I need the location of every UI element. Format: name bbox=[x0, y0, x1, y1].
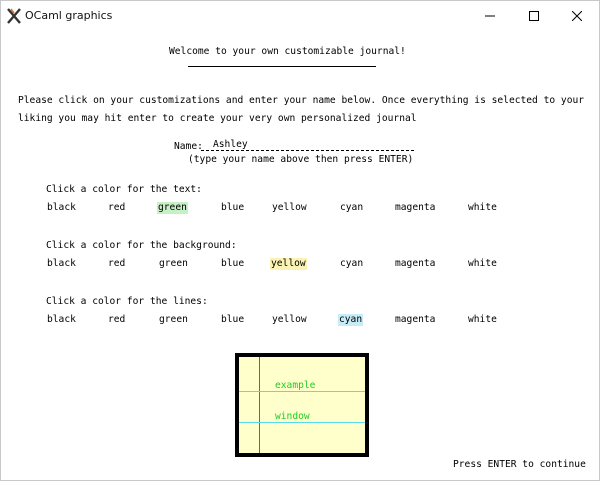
ocaml-x-icon bbox=[7, 8, 21, 24]
line-color-white[interactable]: white bbox=[467, 314, 498, 326]
name-label: Name: bbox=[174, 141, 203, 152]
text-color-magenta[interactable]: magenta bbox=[394, 202, 436, 214]
name-hint: (type your name above then press ENTER) bbox=[188, 154, 414, 165]
intro-line-1: Please click on your customizations and … bbox=[18, 95, 585, 106]
name-input[interactable]: Ashley bbox=[213, 139, 248, 151]
line-color-blue[interactable]: blue bbox=[220, 314, 245, 326]
preview-text-window: window bbox=[275, 411, 310, 422]
intro-line-2: liking you may hit enter to create your … bbox=[18, 113, 417, 124]
line-color-red[interactable]: red bbox=[107, 314, 126, 326]
text-color-black[interactable]: black bbox=[46, 202, 77, 214]
app-window: OCaml graphics Welcome to your own custo… bbox=[0, 0, 600, 481]
preview-text-example: example bbox=[275, 380, 316, 391]
welcome-heading: Welcome to your own customizable journal… bbox=[169, 46, 406, 57]
title-bar[interactable]: OCaml graphics bbox=[1, 1, 599, 31]
continue-hint: Press ENTER to continue bbox=[453, 459, 586, 470]
line-color-green[interactable]: green bbox=[158, 314, 189, 326]
background-color-label: Click a color for the background: bbox=[46, 240, 237, 251]
text-color-green-selected[interactable]: green bbox=[157, 202, 188, 214]
background-color-blue[interactable]: blue bbox=[220, 258, 245, 270]
text-color-blue[interactable]: blue bbox=[220, 202, 245, 214]
minimize-icon bbox=[485, 15, 495, 17]
line-color-label: Click a color for the lines: bbox=[46, 296, 208, 307]
background-color-cyan[interactable]: cyan bbox=[339, 258, 364, 270]
line-color-cyan-selected[interactable]: cyan bbox=[338, 314, 364, 326]
line-color-magenta[interactable]: magenta bbox=[394, 314, 436, 326]
text-color-yellow[interactable]: yellow bbox=[271, 202, 308, 214]
close-icon bbox=[572, 11, 582, 21]
minimize-button[interactable] bbox=[467, 1, 513, 31]
maximize-icon bbox=[529, 11, 539, 21]
text-color-white[interactable]: white bbox=[467, 202, 498, 214]
close-button[interactable] bbox=[554, 1, 600, 31]
background-color-magenta[interactable]: magenta bbox=[394, 258, 436, 270]
text-color-label: Click a color for the text: bbox=[46, 184, 202, 195]
window-title: OCaml graphics bbox=[25, 9, 113, 22]
journal-preview: example window bbox=[235, 353, 369, 457]
line-color-black[interactable]: black bbox=[46, 314, 77, 326]
background-color-red[interactable]: red bbox=[107, 258, 126, 270]
background-color-black[interactable]: black bbox=[46, 258, 77, 270]
text-color-cyan[interactable]: cyan bbox=[339, 202, 364, 214]
graphics-canvas[interactable]: Welcome to your own customizable journal… bbox=[1, 31, 599, 480]
welcome-underline bbox=[188, 66, 376, 67]
background-color-white[interactable]: white bbox=[467, 258, 498, 270]
preview-margin-line bbox=[259, 357, 260, 453]
background-color-yellow-selected[interactable]: yellow bbox=[270, 258, 307, 270]
text-color-red[interactable]: red bbox=[107, 202, 126, 214]
background-color-green[interactable]: green bbox=[158, 258, 189, 270]
line-color-yellow[interactable]: yellow bbox=[271, 314, 308, 326]
maximize-button[interactable] bbox=[511, 1, 557, 31]
